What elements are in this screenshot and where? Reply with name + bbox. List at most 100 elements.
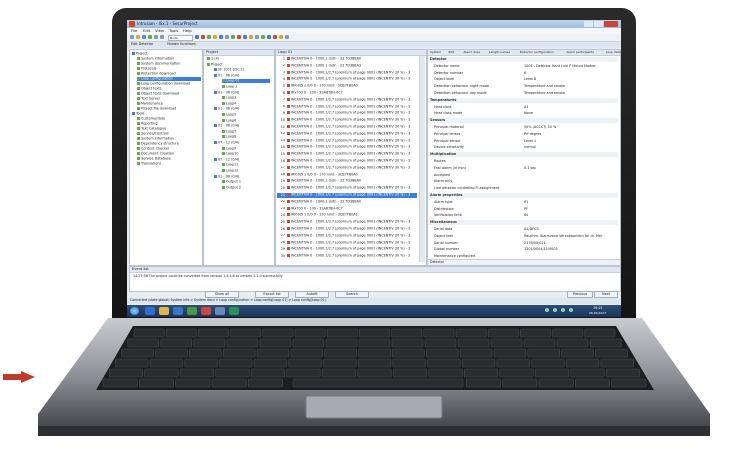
loop-tree-item[interactable]: Loop6	[222, 118, 270, 123]
nav-tree-item[interactable]: Content Checker	[137, 147, 201, 151]
loop-tree-item[interactable]: Loop7	[222, 129, 270, 134]
redo-icon[interactable]	[160, 35, 164, 39]
element-row[interactable]: 2 INCENTIVA 0 - 1000.1 dutn - 33 7D3B8A3	[277, 63, 417, 69]
element-row[interactable]: 29 INCENTIVA 0 - 1000.1/2.7 (premium of p…	[277, 247, 417, 252]
save-icon[interactable]	[142, 35, 146, 39]
list-scrollbar[interactable]	[419, 56, 425, 262]
nav-tree-item[interactable]: Loop configuration	[137, 77, 201, 81]
tool-icon[interactable]	[207, 35, 211, 39]
property-row[interactable]: Device sensitivity normal	[428, 145, 618, 150]
search-button[interactable]: Search	[335, 291, 369, 298]
element-row[interactable]: 8 INCENTIVA 0 - 1000.1/2.7 (premium of pa…	[277, 104, 417, 110]
new-icon[interactable]	[130, 35, 134, 39]
menu-tools[interactable]: Tools	[169, 29, 178, 33]
nav-tree-item[interactable]: Dependency structure	[137, 142, 201, 146]
property-row[interactable]: Object level Level 8	[428, 77, 618, 82]
tool-icon[interactable]	[261, 35, 265, 39]
tool-icon[interactable]	[231, 35, 235, 39]
element-row[interactable]: 4 INCENTIVA 0 - 1000.1/2.7 (premium of pa…	[277, 77, 417, 82]
minimize-button[interactable]	[584, 21, 593, 27]
property-row[interactable]: Routes	[428, 159, 618, 164]
element-row[interactable]: 1 INCENTIVA 0 - 1000.1 dutn - 33 7D3B8A0	[277, 57, 417, 62]
app-taskbar-icon[interactable]	[215, 307, 225, 315]
properties-tab[interactable]: Alarm area	[464, 51, 480, 54]
tool-icon[interactable]	[225, 35, 229, 39]
nav-tree-item[interactable]: System information	[137, 57, 201, 61]
nav-tree-item[interactable]: Project file download	[137, 107, 201, 111]
nav-tree-item[interactable]: Maintenance	[137, 102, 201, 106]
tool-icon[interactable]	[219, 35, 223, 39]
element-row[interactable]: 17 INCENTIVA 0 - 1000.1/2.7 (premium of p…	[277, 165, 417, 171]
tool-icon[interactable]	[213, 35, 217, 39]
element-row[interactable]: 25 INCENTIVA 0 - 1000.1/2.7 (premium of p…	[277, 220, 417, 225]
loop-tree-item[interactable]: Loop12	[222, 169, 270, 173]
tool-icon[interactable]	[237, 35, 241, 39]
next-button[interactable]: Next	[594, 291, 618, 298]
properties-tab[interactable]: Detector configuration	[520, 51, 554, 54]
property-row[interactable]: Detection behaviour day mode Temperature …	[428, 91, 618, 96]
view-select[interactable]: Node	[168, 35, 193, 41]
element-row[interactable]: 10 INCENTIVA 0 - 1000.1/2.7 (premium of p…	[277, 118, 417, 123]
tool-icon[interactable]	[249, 35, 253, 39]
loop-tree-item[interactable]: Loop5	[222, 113, 270, 117]
element-row[interactable]: 9 INCENTIVA 0 - 1000.1/2.7 (premium of pa…	[277, 111, 417, 116]
tool-icon[interactable]	[201, 35, 205, 39]
property-row[interactable]: Serial data A1/DFCS	[428, 227, 618, 232]
loop-tree-item[interactable]: Loop10	[222, 152, 270, 156]
property-row[interactable]: Principal sensor Level 1	[428, 139, 618, 144]
property-row[interactable]: Principal lenses Prf degres	[428, 132, 618, 137]
folder-icon[interactable]	[159, 307, 169, 315]
loop-tree-item[interactable]: Loop 01	[222, 79, 270, 84]
property-row[interactable]: Heat class A1	[428, 105, 618, 110]
nav-tree-item[interactable]: Protection download	[137, 72, 201, 76]
element-row[interactable]: 23 IRx70d 0 - 100 - 3SA8T8H-0C7	[277, 206, 417, 212]
tool-icon[interactable]	[279, 35, 283, 39]
tool-icon[interactable]	[195, 35, 199, 39]
open-icon[interactable]	[136, 35, 140, 39]
element-row[interactable]: 20 INCENTIVA 0 - 1000.1/2.7 (premium of p…	[277, 186, 417, 191]
loop-tree-item[interactable]: Loop3	[222, 96, 270, 100]
tool-icon[interactable]	[273, 35, 277, 39]
nav-tree-item[interactable]: Service/Controls	[137, 132, 201, 136]
element-row[interactable]: 3 INCENTIVA 0 - 1000.1/2.7 (premium of pa…	[277, 70, 417, 76]
nav-tree-item[interactable]: Customerdata	[137, 117, 201, 121]
property-row[interactable]: Heat class mode None	[428, 111, 618, 116]
properties-tab[interactable]: Edit	[449, 51, 455, 54]
element-row[interactable]: 21 INCENTIVA 0 - 1000.1/2.7 (premium of p…	[277, 193, 417, 198]
previous-button[interactable]: Previous	[567, 291, 593, 298]
nav-tree-item[interactable]: Project	[132, 52, 196, 56]
app-taskbar-icon[interactable]	[201, 307, 211, 315]
element-row[interactable]: 22 INCENTIVA 0 - 1000.1 dutn - 33 7D3B8A0	[277, 199, 417, 205]
element-row[interactable]: 18 IRR-0/5 s 0/0 0 - 170 nmd - 3CB7FB0A0	[277, 172, 417, 178]
loop-tree-item[interactable]: 07 - 12 (0/4)	[214, 157, 270, 162]
loop-tree-item[interactable]: 07 - 12 (0/4)	[214, 141, 270, 145]
nav-tree-item[interactable]: Text Catalogue	[137, 127, 201, 131]
loop-tree-item[interactable]: Loop4	[222, 101, 270, 106]
element-row[interactable]: 13 INCENTIVA 0 - 1000.1/2.7 (premium of p…	[277, 138, 417, 144]
nav-tree-item[interactable]: Service Database	[137, 157, 201, 161]
undo-icon[interactable]	[154, 35, 158, 39]
nav-tree-item[interactable]: Protocols	[137, 67, 201, 71]
app-taskbar-icon[interactable]	[229, 307, 239, 315]
properties-tab[interactable]: Length values	[489, 51, 510, 54]
nav-tree-item[interactable]: System documentation	[137, 62, 201, 66]
property-row[interactable]: Detector number 6	[428, 71, 618, 76]
print-icon[interactable]	[148, 35, 152, 39]
nav-tree-item[interactable]: Object texts download	[137, 92, 201, 96]
loop-tree-item[interactable]: Output 1	[222, 180, 270, 184]
loop-tree-item[interactable]: Output 2	[222, 185, 270, 190]
property-row[interactable]: Detection behaviour night mode Temperatur…	[428, 84, 618, 89]
media-icon[interactable]	[187, 307, 197, 315]
export-list-button[interactable]: Export list	[255, 291, 289, 298]
element-row[interactable]: 5 IRR-0/5 s 0/0 0 - 170 nmd - 3CB7FB0A0	[277, 84, 417, 89]
tool-icon[interactable]	[243, 35, 247, 39]
property-row[interactable]: Accepted	[428, 173, 618, 178]
loop-tree-item[interactable]: 1 (X)	[207, 57, 270, 61]
property-row[interactable]: Distribution PF	[428, 207, 618, 212]
element-row[interactable]: 27 INCENTIVA 0 - 1000.1/2.7 (premium of p…	[277, 233, 417, 239]
property-row[interactable]: Object text Rauchm. Alarmzone Verantwortl…	[428, 234, 618, 239]
menu-edit[interactable]: Edit	[143, 29, 150, 33]
nav-tree-item[interactable]: Translations	[137, 162, 201, 166]
loop-tree-item[interactable]: 01 - 06 (0/4)	[214, 107, 270, 111]
loop-tree-item[interactable]: 01 - 06 (0/4)	[214, 90, 270, 95]
